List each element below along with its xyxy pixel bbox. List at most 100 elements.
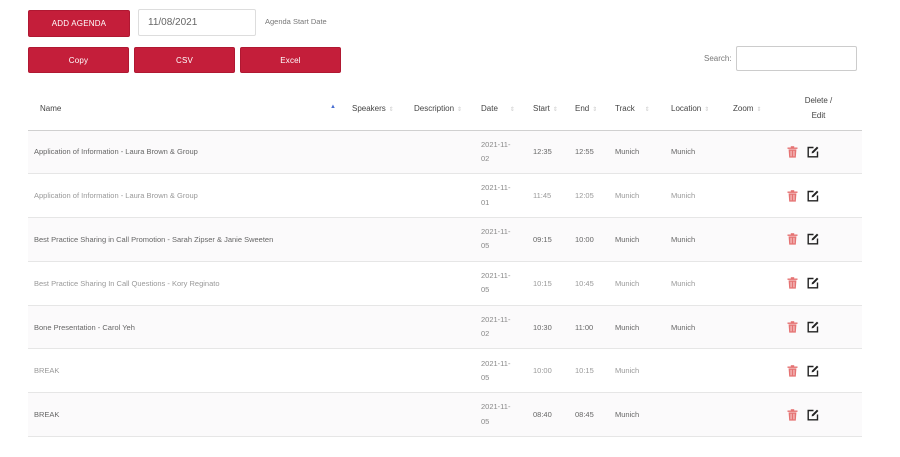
edit-icon[interactable] <box>807 409 819 421</box>
date-part: 2021-11- <box>481 227 511 237</box>
cell-track: Munich <box>611 305 667 350</box>
edit-icon[interactable] <box>807 365 819 377</box>
column-header-start[interactable]: Start ⇕ <box>529 87 571 131</box>
sort-icon: ⇕ <box>552 106 558 113</box>
column-header-speakers[interactable]: Speakers ⇕ <box>348 87 410 131</box>
cell-speakers <box>348 261 410 306</box>
column-header-track[interactable]: Track ⇕ <box>611 87 667 131</box>
cell-end: 10:15 <box>571 348 611 394</box>
search-input[interactable] <box>736 46 857 71</box>
cell-name: Best Practice Sharing In Call Questions … <box>28 261 348 306</box>
cell-zoom <box>729 217 775 262</box>
sort-icon: ⇕ <box>704 106 710 113</box>
cell-description <box>410 392 477 438</box>
column-header-location[interactable]: Location ⇕ <box>667 87 729 131</box>
column-header-label: Name <box>40 103 62 113</box>
cell-track: Munich <box>611 173 667 219</box>
cell-speakers <box>348 173 410 219</box>
cell-zoom <box>729 348 775 394</box>
cell-date: 2021-11- 05 <box>477 217 529 262</box>
date-part: 02 <box>481 153 490 163</box>
cell-name: BREAK <box>28 392 348 438</box>
cell-location <box>667 348 729 394</box>
trash-icon[interactable] <box>787 321 798 333</box>
date-part: 2021-11- <box>481 183 511 193</box>
trash-icon[interactable] <box>787 408 798 421</box>
column-header-name[interactable]: Name ▲ <box>28 87 348 131</box>
column-header-label: Speakers <box>352 103 386 113</box>
table-row[interactable]: Best Practice Sharing in Call Promotion … <box>28 217 862 262</box>
cell-name: Best Practice Sharing in Call Promotion … <box>28 217 348 262</box>
cell-speakers <box>348 392 410 438</box>
cell-speakers <box>348 305 410 350</box>
column-header-label: Location <box>671 103 702 113</box>
table-row[interactable]: Application of Information - Laura Brown… <box>28 173 862 219</box>
date-part: 01 <box>481 197 490 207</box>
sort-icon: ⇕ <box>457 106 463 113</box>
cell-start: 08:40 <box>529 392 571 438</box>
cell-zoom <box>729 392 775 438</box>
column-header-date[interactable]: Date ⇕ <box>477 87 529 131</box>
cell-description <box>410 173 477 219</box>
trash-icon[interactable] <box>787 365 798 377</box>
agenda-start-date-input[interactable] <box>138 9 256 36</box>
cell-actions <box>775 261 862 306</box>
column-header-label: End <box>575 103 590 113</box>
cell-track: Munich <box>611 348 667 394</box>
excel-button[interactable]: Excel <box>240 47 341 73</box>
sort-icon: ⇕ <box>509 106 515 113</box>
table-row[interactable]: BREAK 2021-11- 05 10:00 10:15 Munich <box>28 348 862 394</box>
trash-icon[interactable] <box>787 189 798 202</box>
edit-icon[interactable] <box>807 277 819 289</box>
trash-icon[interactable] <box>787 277 798 289</box>
column-header-delete-edit[interactable]: Delete / Edit <box>775 87 862 131</box>
cell-description <box>410 261 477 306</box>
cell-actions <box>775 173 862 219</box>
cell-start: 10:15 <box>529 261 571 306</box>
table-row[interactable]: Best Practice Sharing In Call Questions … <box>28 261 862 306</box>
copy-button[interactable]: Copy <box>28 47 129 73</box>
cell-track: Munich <box>611 217 667 262</box>
cell-description <box>410 217 477 262</box>
column-header-zoom[interactable]: Zoom ⇕ <box>729 87 775 131</box>
cell-location: Munich <box>667 173 729 219</box>
trash-icon[interactable] <box>787 233 798 246</box>
date-part: 02 <box>481 329 490 339</box>
trash-icon[interactable] <box>787 146 798 158</box>
cell-end: 10:45 <box>571 261 611 306</box>
csv-button[interactable]: CSV <box>134 47 235 73</box>
edit-icon[interactable] <box>807 321 819 333</box>
cell-track: Munich <box>611 261 667 306</box>
edit-icon[interactable] <box>807 233 819 245</box>
cell-start: 09:15 <box>529 217 571 262</box>
cell-actions <box>775 392 862 438</box>
column-header-label: Track <box>615 103 635 113</box>
cell-description <box>410 348 477 394</box>
table-row[interactable]: Bone Presentation - Carol Yeh 2021-11- 02… <box>28 305 862 350</box>
column-header-label: Zoom <box>733 103 754 113</box>
add-agenda-button[interactable]: ADD AGENDA <box>28 10 130 37</box>
cell-name: Bone Presentation - Carol Yeh <box>28 305 348 350</box>
date-part: 05 <box>481 285 490 295</box>
table-row[interactable]: BREAK 2021-11- 05 08:40 08:45 Munich <box>28 392 862 438</box>
column-header-description[interactable]: Description ⇕ <box>410 87 477 131</box>
column-header-label: Start <box>533 103 550 113</box>
cell-date: 2021-11- 05 <box>477 348 529 394</box>
cell-speakers <box>348 130 410 175</box>
table-row[interactable]: Application of Information - Laura Brown… <box>28 130 862 175</box>
cell-track: Munich <box>611 130 667 175</box>
cell-description <box>410 130 477 175</box>
cell-name: Application of Information - Laura Brown… <box>28 173 348 219</box>
edit-icon[interactable] <box>807 190 819 202</box>
column-header-end[interactable]: End ⇕ <box>571 87 611 131</box>
cell-date: 2021-11- 02 <box>477 130 529 175</box>
cell-start: 10:30 <box>529 305 571 350</box>
cell-date: 2021-11- 02 <box>477 305 529 350</box>
sort-asc-icon: ▲ <box>330 103 336 110</box>
sort-icon: ⇕ <box>388 106 394 113</box>
cell-actions <box>775 217 862 262</box>
edit-icon[interactable] <box>807 146 819 158</box>
column-header-label: Edit <box>811 111 826 121</box>
cell-actions <box>775 130 862 175</box>
cell-speakers <box>348 217 410 262</box>
